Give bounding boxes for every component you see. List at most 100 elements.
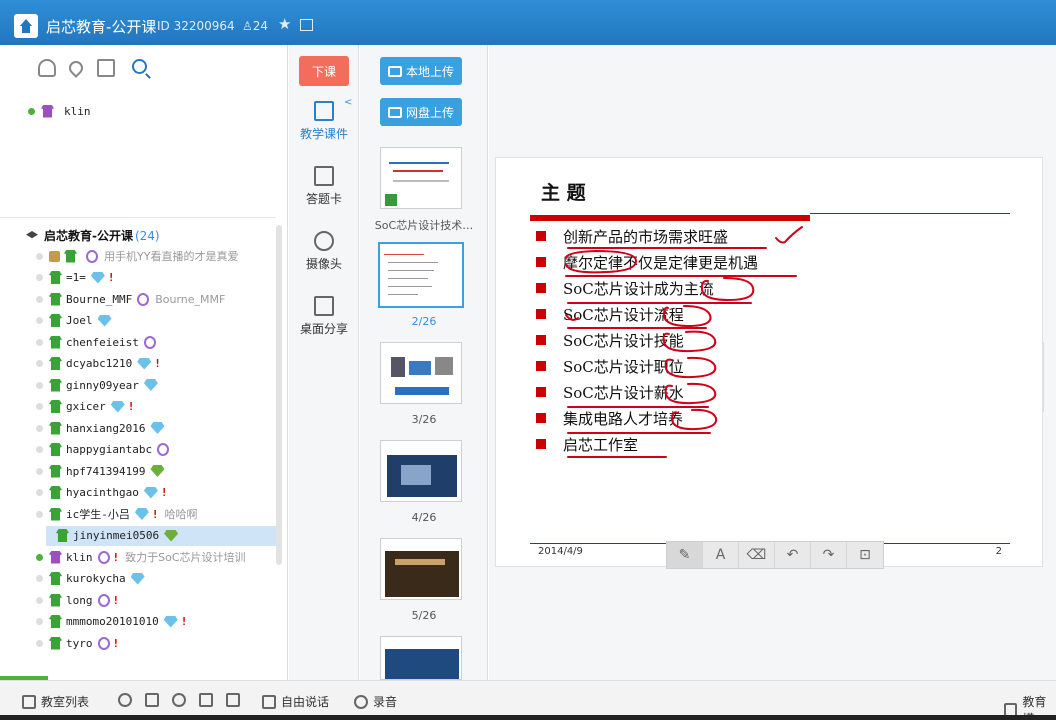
teacher-row[interactable]: klin (28, 101, 91, 121)
user-row[interactable]: Joel (36, 311, 112, 331)
local-upload-label: 本地上传 (405, 64, 454, 79)
user-row[interactable]: happygiantabc (36, 440, 170, 460)
favorite-star-icon[interactable]: ★ (278, 15, 291, 33)
slide-thumbnail-caption: 2/26 (411, 315, 437, 328)
circle-annotation (565, 250, 637, 274)
tool-answer-card-label: 答题卡 (305, 192, 342, 206)
slide-thumbnail[interactable] (380, 440, 462, 502)
window-title: 启芯教育-公开课 (46, 18, 157, 36)
user-row[interactable]: hyacinthgao! (36, 483, 167, 503)
slide-thumbnail[interactable] (380, 636, 462, 680)
member-role-icon (49, 572, 62, 585)
music-button[interactable] (199, 693, 218, 707)
tool-answer-card[interactable]: 答题卡 (289, 166, 359, 207)
slide-thumbnail[interactable] (380, 342, 462, 404)
microphone-button[interactable] (172, 693, 191, 707)
tool-desktop-share-label: 桌面分享 (299, 322, 348, 336)
user-row[interactable]: =1=! (36, 268, 115, 288)
cloud-upload-label: 网盘上传 (405, 105, 454, 120)
user-row[interactable]: chenfeieist (36, 332, 156, 352)
tool-courseware[interactable]: 教学课件 (289, 101, 359, 142)
speaking-mark: ! (180, 615, 188, 628)
member-role-icon (49, 292, 62, 306)
user-row[interactable]: hanxiang2016 (36, 418, 165, 438)
slide-thumbnail-caption: 3/26 (411, 413, 437, 426)
cloud-icon (387, 106, 402, 118)
user-row[interactable]: tyro! (36, 633, 119, 653)
desktop-share-icon (314, 296, 334, 316)
user-row[interactable]: Bourne_MMF Bourne_MMF (36, 289, 225, 309)
share-icon[interactable] (300, 19, 313, 31)
speaking-mark: ! (151, 507, 159, 521)
gear-icon (118, 693, 132, 707)
lock-icon[interactable]: ⊡ (847, 542, 883, 568)
circle-annotation (664, 356, 717, 379)
user-row[interactable]: dcyabc1210! (36, 354, 161, 374)
classroom-list-button[interactable]: 教室列表 (22, 693, 89, 710)
record-button[interactable]: 录音 (354, 693, 397, 710)
tool-column: 下课 < 教学课件 答题卡 摄像头 桌面分享 (289, 45, 359, 680)
courseware-icon (314, 101, 334, 121)
redo-icon[interactable]: ↷ (811, 542, 847, 568)
diamond-badge-icon (134, 508, 149, 520)
free-talk-button[interactable]: 自由说话 (262, 693, 329, 710)
local-upload-button[interactable]: 本地上传 (380, 57, 462, 85)
speaking-mark: ! (127, 400, 135, 413)
location-icon[interactable] (66, 58, 86, 78)
user-signature: Bourne_MMF (155, 292, 226, 306)
bottom-toolbar: 教室列表 自由说话 录音 教育模 (0, 680, 1056, 720)
member-role-icon (49, 507, 62, 521)
mixer-button[interactable] (226, 693, 245, 707)
talk-mode-icon (262, 694, 276, 709)
circle-annotation (700, 277, 755, 301)
user-row[interactable]: ic学生-小吕! 哈哈啊 (36, 504, 198, 524)
settings-button[interactable] (118, 693, 137, 707)
diamond-badge-icon (150, 465, 165, 477)
brush-icon[interactable]: ✎ (667, 542, 703, 568)
user-row[interactable]: hpf741394199 (36, 461, 165, 481)
group-header[interactable]: 启芯教育-公开课 (24) (26, 227, 160, 244)
member-role-icon (49, 636, 62, 650)
user-row[interactable]: 用手机YY看直播的才是真爱 (36, 246, 238, 266)
search-icon[interactable] (132, 59, 147, 74)
check-annotation (565, 314, 579, 321)
slide-thumbnail-selected[interactable] (378, 242, 464, 308)
slide-canvas[interactable]: 主 题 创新产品的市场需求旺盛 摩尔定律不仅是定律更是机遇 SoC芯片设计成为主流 S… (495, 157, 1043, 569)
user-row[interactable]: mmmomo20101010! (36, 612, 187, 632)
user-list-scrollbar[interactable] (276, 225, 282, 565)
slide-strip: 本地上传 网盘上传 SoC芯片设计技术… 2/26 3/26 4/26 5/26 (360, 45, 488, 680)
slide-page-number: 2 (995, 546, 1002, 557)
undo-icon[interactable]: ↶ (775, 542, 811, 568)
user-name: mmmomo20101010 (66, 615, 159, 628)
slide-thumbnail[interactable] (380, 147, 462, 209)
member-role-icon (49, 357, 62, 370)
user-row[interactable]: gxicer! (36, 397, 134, 417)
user-row[interactable]: klin! 致力于SoC芯片设计培训 (36, 547, 246, 567)
user-name: hyacinthgao (66, 486, 139, 499)
vip-badge-icon (86, 249, 98, 263)
speaker-button[interactable] (145, 693, 164, 707)
user-row[interactable]: long! (36, 590, 119, 610)
user-icon[interactable] (38, 59, 56, 77)
home-icon[interactable] (14, 14, 38, 38)
member-role-icon (49, 593, 62, 607)
tool-desktop-share[interactable]: 桌面分享 (289, 296, 359, 337)
end-class-button[interactable]: 下课 (299, 56, 349, 86)
teacher-name: klin (64, 104, 91, 118)
diamond-badge-icon (90, 271, 105, 284)
user-row[interactable]: jinyinmei0506 (46, 525, 276, 546)
cloud-upload-button[interactable]: 网盘上传 (380, 98, 462, 126)
user-name: ic学生-小吕 (66, 508, 130, 521)
group-name: 启芯教育-公开课 (44, 229, 133, 243)
slide-thumbnail[interactable] (380, 538, 462, 600)
text-icon[interactable]: A (703, 542, 739, 568)
speaking-mark: ! (160, 486, 168, 499)
member-role-icon (49, 421, 62, 435)
user-row[interactable]: ginny09year (36, 375, 158, 395)
member-role-icon (49, 378, 62, 392)
notes-icon[interactable] (97, 59, 115, 77)
user-name: kurokycha (66, 572, 126, 585)
eraser-icon[interactable]: ⌫ (739, 542, 775, 568)
tool-camera[interactable]: 摄像头 (289, 231, 359, 272)
user-row[interactable]: kurokycha (36, 569, 145, 589)
